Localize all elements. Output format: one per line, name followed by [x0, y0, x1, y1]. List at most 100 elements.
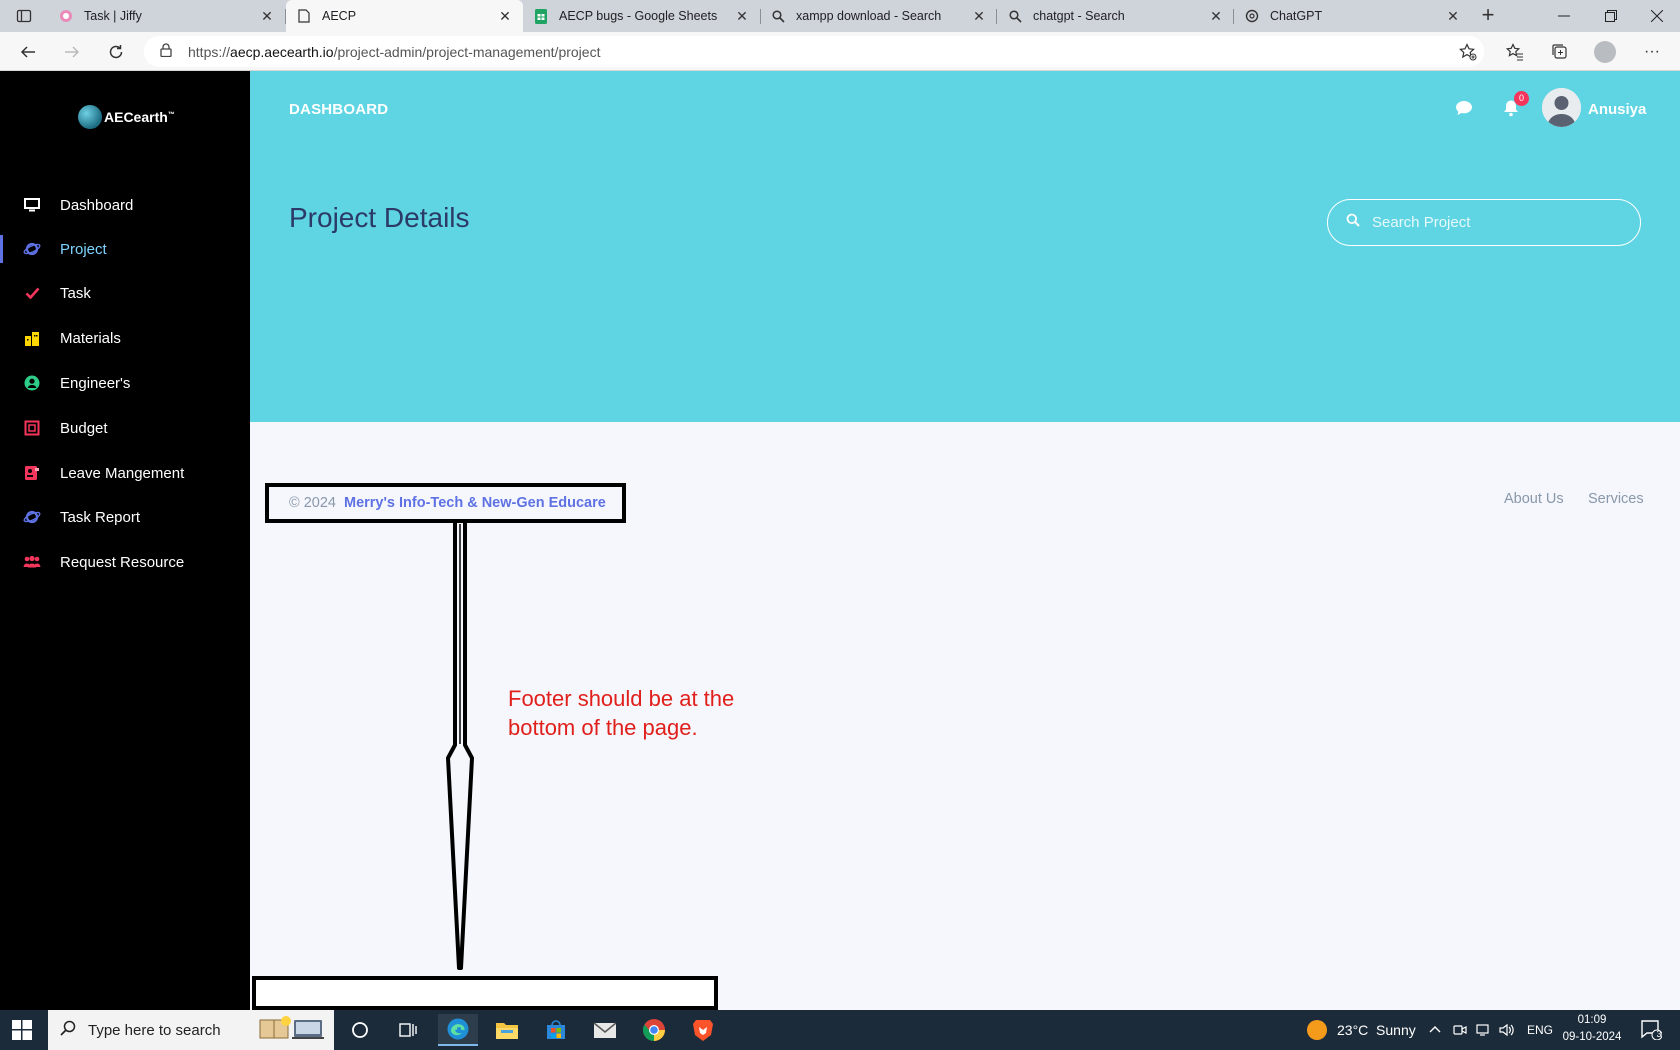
about-us-link[interactable]: About Us [1504, 491, 1564, 507]
url-host: aecp.aecearth.io [230, 43, 334, 60]
browser-tab-chatgpt[interactable]: ChatGPT ✕ [1234, 0, 1471, 32]
volume-icon[interactable] [1499, 1010, 1515, 1050]
forward-button[interactable] [58, 38, 86, 66]
tab-label: AECP bugs - Google Sheets [559, 9, 718, 23]
sidebar-item-label: Leave Mangement [60, 464, 185, 482]
sidebar-item-materials[interactable]: Materials [0, 318, 250, 358]
task-view-icon[interactable] [388, 1014, 428, 1046]
sidebar-item-dashboard[interactable]: Dashboard [0, 185, 250, 225]
taskbar-search[interactable]: Type here to search [48, 1010, 334, 1050]
microsoft-store-icon[interactable] [536, 1014, 576, 1046]
clock-time: 01:09 [1577, 1014, 1607, 1026]
tab-label: AECP [322, 9, 357, 23]
sidebar: AECearth™ Dashboard Project Task Materia… [0, 71, 250, 1010]
services-link[interactable]: Services [1588, 491, 1644, 507]
clock-date: 09-10-2024 [1562, 1031, 1622, 1043]
tab-label: Task | Jiffy [84, 9, 142, 23]
taskbar-clock[interactable]: 01:09 09-10-2024 [1562, 1012, 1622, 1046]
jiffy-icon [58, 8, 74, 24]
sheets-icon [533, 8, 549, 24]
search-project-input[interactable] [1372, 214, 1612, 231]
browser-tab-strip: Task | Jiffy ✕ AECP ✕ AECP bugs - Google… [0, 0, 1680, 32]
show-hidden-icons[interactable] [1428, 1010, 1442, 1050]
planet-icon [23, 508, 41, 526]
windows-taskbar: Type here to search 23°C Sunny ENG 01:09… [0, 1010, 1680, 1050]
file-explorer-icon[interactable] [487, 1014, 527, 1046]
budget-icon [23, 419, 41, 437]
search-highlight-icon [256, 1014, 326, 1046]
lock-icon [160, 43, 174, 60]
network-icon[interactable] [1476, 1010, 1492, 1050]
sidebar-item-request-resource[interactable]: Request Resource [0, 542, 250, 582]
footer-copyright: © 2024 Merry's Info-Tech & New-Gen Educa… [265, 483, 626, 523]
favorites-icon[interactable] [1503, 40, 1527, 64]
user-circle-icon [23, 374, 41, 392]
sidebar-item-leave-management[interactable]: Leave Mangement [0, 453, 250, 493]
browser-tab-chatgpt-search[interactable]: chatgpt - Search ✕ [997, 0, 1234, 32]
browser-tab-sheets[interactable]: AECP bugs - Google Sheets ✕ [523, 0, 760, 32]
planet-icon [23, 240, 41, 258]
close-icon[interactable]: ✕ [734, 8, 750, 25]
action-center-count: 3 [1656, 1029, 1662, 1039]
refresh-button[interactable] [102, 38, 130, 66]
edge-icon[interactable] [438, 1014, 478, 1046]
cortana-icon[interactable] [340, 1014, 380, 1046]
close-icon[interactable]: ✕ [497, 8, 513, 25]
mail-icon[interactable] [585, 1014, 625, 1046]
back-button[interactable] [14, 38, 42, 66]
action-center-icon[interactable]: 3 [1640, 1018, 1664, 1042]
badge-icon [23, 464, 41, 482]
new-tab-button[interactable]: + [1476, 4, 1500, 28]
chat-icon[interactable] [1454, 98, 1474, 118]
page-title: Project Details [289, 202, 470, 233]
minimize-button[interactable] [1541, 0, 1587, 32]
sidebar-item-label: Request Resource [60, 553, 185, 571]
aecearth-logo[interactable]: AECearth™ [78, 105, 175, 129]
chrome-icon[interactable] [634, 1014, 674, 1046]
browser-tab-aecp[interactable]: AECP ✕ [286, 0, 523, 32]
sidebar-item-project[interactable]: Project [0, 229, 250, 269]
search-icon [1346, 213, 1360, 232]
close-icon[interactable]: ✕ [1208, 8, 1224, 25]
search-icon [1007, 8, 1023, 24]
dashboard-brand-link[interactable]: DASHBOARD [289, 101, 388, 118]
windows-start-icon[interactable] [12, 1020, 34, 1040]
sidebar-item-budget[interactable]: Budget [0, 408, 250, 448]
tab-actions-icon[interactable] [10, 6, 38, 26]
weather-widget[interactable]: 23°C Sunny [1307, 1010, 1416, 1050]
url-prefix: https:// [188, 43, 231, 60]
monitor-icon [23, 196, 41, 214]
search-project-field[interactable] [1327, 199, 1641, 246]
restore-button[interactable] [1588, 0, 1634, 32]
close-icon[interactable]: ✕ [1445, 8, 1461, 25]
sidebar-item-label: Materials [60, 329, 121, 347]
browser-tab-jiffy[interactable]: Task | Jiffy ✕ [48, 0, 285, 32]
close-icon[interactable]: ✕ [971, 8, 987, 25]
browser-tab-xampp-search[interactable]: xampp download - Search ✕ [760, 0, 997, 32]
sidebar-item-task-report[interactable]: Task Report [0, 497, 250, 537]
url-path: /project-admin/project-management/projec… [333, 43, 601, 60]
avatar[interactable] [1542, 88, 1581, 127]
brave-icon[interactable] [683, 1014, 723, 1046]
sidebar-item-label: Project [60, 240, 107, 258]
chatgpt-icon [1244, 8, 1260, 24]
close-icon[interactable]: ✕ [259, 8, 275, 25]
company-link[interactable]: Merry's Info-Tech & New-Gen Educare [344, 495, 606, 511]
tab-label: xampp download - Search [796, 9, 942, 23]
sidebar-item-task[interactable]: Task [0, 273, 250, 313]
more-menu-icon[interactable]: ··· [1640, 40, 1664, 64]
language-indicator[interactable]: ENG [1527, 1010, 1553, 1050]
username[interactable]: Anusiya [1588, 101, 1646, 118]
page-icon [296, 8, 312, 24]
annotation-text: Footer should be at the bottom of the pa… [508, 686, 735, 740]
collections-icon[interactable] [1548, 40, 1572, 64]
search-icon [60, 1020, 76, 1041]
close-window-button[interactable] [1634, 0, 1680, 32]
address-bar[interactable]: https://aecp.aecearth.io/project-admin/p… [144, 36, 1484, 67]
taskbar-search-text: Type here to search [88, 1021, 221, 1039]
profile-icon[interactable] [1593, 40, 1617, 64]
sidebar-item-engineers[interactable]: Engineer's [0, 363, 250, 403]
buildings-icon [23, 329, 41, 347]
add-favorite-icon[interactable] [1456, 40, 1480, 64]
meet-now-icon[interactable] [1453, 1010, 1467, 1050]
